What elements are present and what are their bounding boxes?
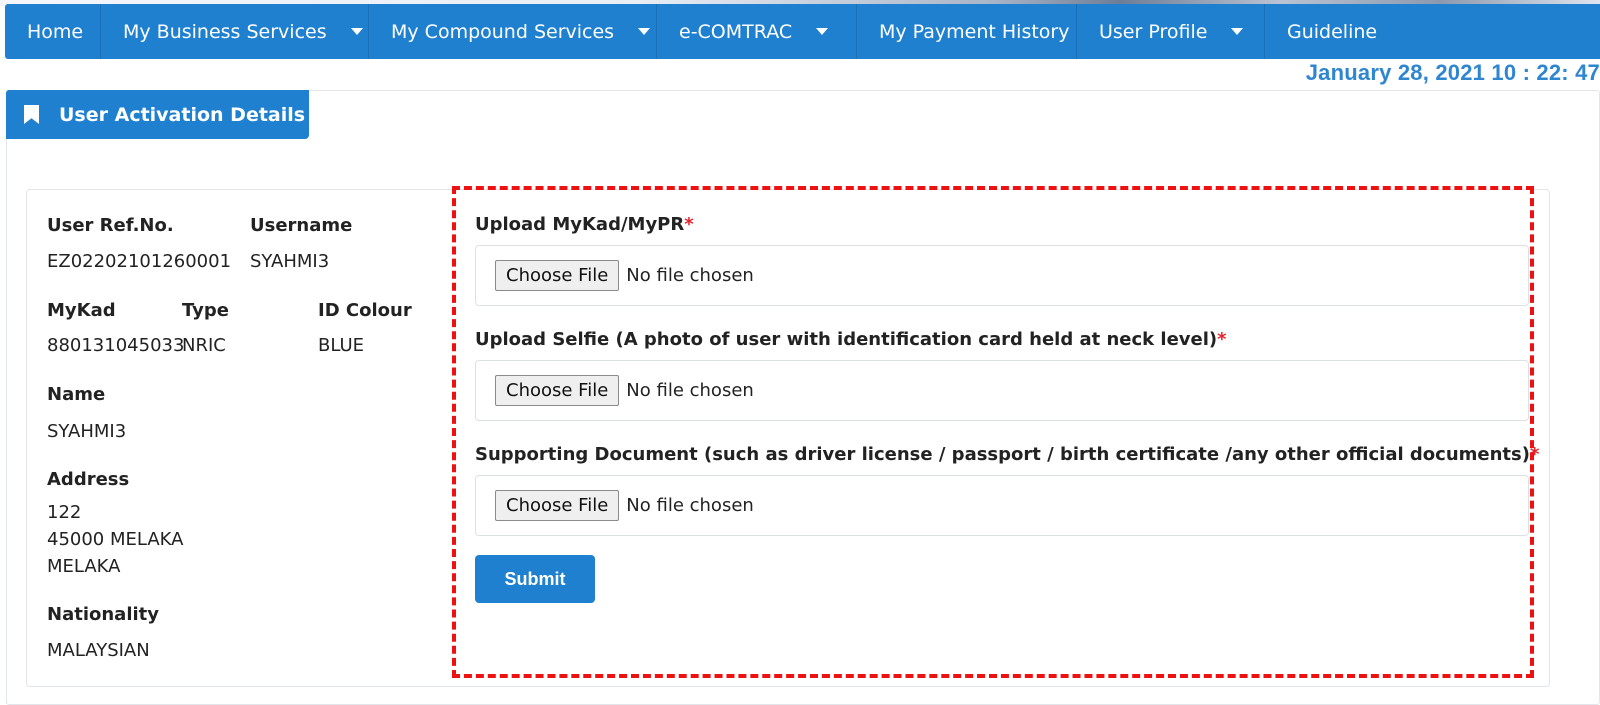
no-file-chosen-text: No file chosen (626, 265, 754, 286)
upload-mykad-file-input: Choose File No file chosen (475, 245, 1529, 306)
nationality-label: Nationality (47, 604, 159, 625)
name-value: SYAHMI3 (47, 421, 127, 442)
required-mark: * (1529, 444, 1540, 465)
caret-down-icon (1231, 28, 1244, 35)
upload-selfie-file-input: Choose File No file chosen (475, 360, 1529, 421)
bookmark-icon (24, 105, 39, 124)
caret-down-icon (638, 28, 651, 35)
supporting-document-label-text: Supporting Document (such as driver lice… (475, 444, 1530, 465)
nav-my-business-services[interactable]: My Business Services (101, 4, 369, 59)
mykad-label: MyKad (47, 300, 116, 321)
address-value: 122 45000 MELAKA MELAKA (47, 499, 183, 580)
address-line: 45000 MELAKA (47, 529, 184, 550)
required-mark: * (684, 214, 694, 235)
no-file-chosen-text: No file chosen (626, 495, 754, 516)
username-value: SYAHMI3 (250, 251, 330, 272)
nav-home[interactable]: Home (5, 4, 101, 59)
nav-e-comtrac-label: e-COMTRAC (679, 20, 793, 43)
choose-file-button[interactable]: Choose File (495, 375, 620, 406)
supporting-document-label: Supporting Document (such as driver lice… (475, 444, 1539, 465)
choose-file-button[interactable]: Choose File (495, 490, 620, 521)
user-ref-label: User Ref.No. (47, 215, 174, 236)
nav-my-payment-history-label: My Payment History (879, 20, 1070, 43)
address-label: Address (47, 469, 130, 490)
nav-e-comtrac[interactable]: e-COMTRAC (657, 4, 857, 59)
nav-home-label: Home (27, 20, 84, 43)
nav-my-payment-history[interactable]: My Payment History (857, 4, 1077, 59)
username-label: Username (250, 215, 353, 236)
id-colour-value: BLUE (318, 335, 365, 356)
caret-down-icon (350, 28, 363, 35)
caret-down-icon (816, 28, 829, 35)
mykad-value: 880131045033 (47, 335, 185, 356)
nav-my-compound-services[interactable]: My Compound Services (369, 4, 657, 59)
nav-user-profile-label: User Profile (1099, 20, 1208, 43)
address-line: MELAKA (47, 556, 121, 577)
required-mark: * (1217, 329, 1227, 350)
current-datetime: January 28, 2021 10 : 22: 47 (1305, 60, 1600, 85)
name-label: Name (47, 384, 106, 405)
nav-my-business-services-label: My Business Services (123, 20, 327, 43)
nav-guideline[interactable]: Guideline (1265, 4, 1395, 59)
submit-button[interactable]: Submit (475, 555, 595, 603)
nav-my-compound-services-label: My Compound Services (391, 20, 615, 43)
address-line: 122 (47, 502, 82, 523)
nav-user-profile[interactable]: User Profile (1077, 4, 1265, 59)
id-colour-label: ID Colour (318, 300, 412, 321)
upload-selfie-label-text: Upload Selfie (A photo of user with iden… (475, 329, 1218, 350)
no-file-chosen-text: No file chosen (626, 380, 754, 401)
upload-mykad-label: Upload MyKad/MyPR* (475, 214, 694, 235)
type-label: Type (182, 300, 229, 321)
upload-mykad-label-text: Upload MyKad/MyPR (475, 214, 685, 235)
supporting-document-file-input: Choose File No file chosen (475, 475, 1529, 536)
choose-file-button[interactable]: Choose File (495, 260, 620, 291)
nav-guideline-label: Guideline (1287, 20, 1378, 43)
upload-selfie-label: Upload Selfie (A photo of user with iden… (475, 329, 1227, 350)
panel-title: User Activation Details (59, 103, 306, 126)
type-value: NRIC (182, 335, 226, 356)
user-ref-value: EZ02202101260001 (47, 251, 232, 272)
panel-header-tab: User Activation Details (6, 90, 309, 139)
main-navbar: Home My Business Services My Compound Se… (5, 4, 1600, 59)
nationality-value: MALAYSIAN (47, 640, 150, 661)
